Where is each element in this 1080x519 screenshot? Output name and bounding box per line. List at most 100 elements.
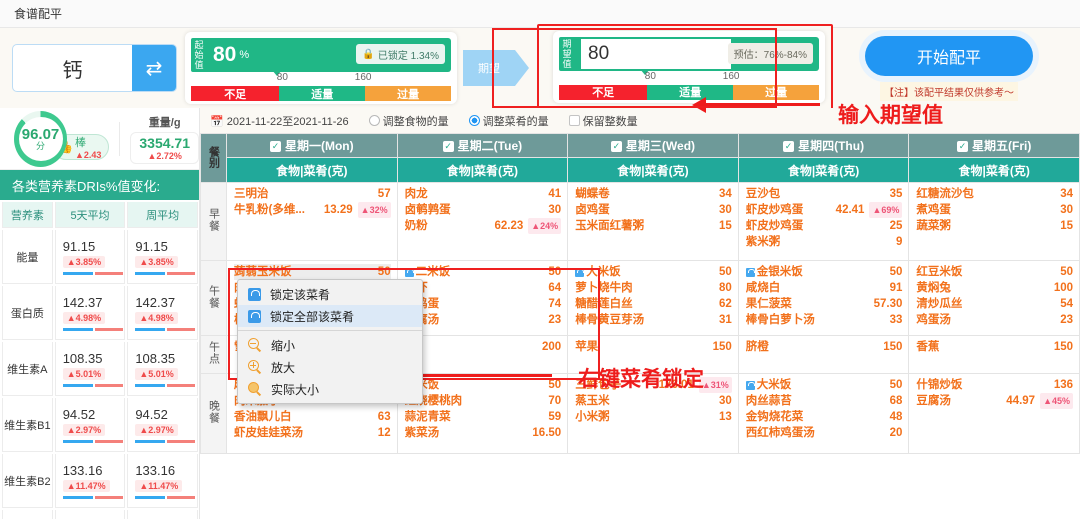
dish-row[interactable]: 卤鹌鹑蛋 30 — [405, 202, 562, 218]
meal-day-cell[interactable]: 大米饭 50 肉丝蒜苔 68 金钩烧花菜 48 西红柿鸡蛋汤 20 — [737, 373, 910, 454]
swap-icon[interactable]: ⇄ — [132, 45, 176, 91]
context-menu-item-actual-size[interactable]: 实际大小 — [238, 378, 422, 400]
dish-row[interactable]: 虾皮炒鸡蛋 25 — [746, 218, 903, 234]
dish-row[interactable]: 苹果 150 — [575, 339, 732, 355]
day-checkbox[interactable]: ✓ — [957, 141, 969, 153]
meal-day-cell[interactable]: 蝴蝶卷 34 卤鸡蛋 30 玉米面红薯粥 15 — [567, 182, 739, 261]
dish-row[interactable]: 脐橙 150 — [746, 339, 903, 355]
dish-row[interactable]: 大米饭 50 — [745, 377, 902, 393]
dish-row[interactable]: 紫菜汤 16.50 — [405, 425, 562, 441]
day-checkbox[interactable]: ✓ — [442, 141, 454, 153]
dish-context-menu[interactable]: 锁定该菜肴 锁定全部该菜肴 缩小 放大 实际大小 — [237, 279, 423, 404]
dish-row[interactable]: 西红柿鸡蛋汤 20 — [746, 425, 903, 441]
day-header-2[interactable]: ✓ 星期三(Wed) — [567, 133, 739, 158]
dish-row[interactable]: 咸烧白 91 — [746, 280, 903, 296]
dish-row[interactable]: 鸡蛋汤 23 — [916, 312, 1073, 328]
dish-row[interactable]: 肉龙 41 — [405, 186, 562, 202]
dish-row[interactable]: 奶粉 62.23 ▲24% — [405, 218, 562, 234]
meal-day-cell[interactable]: 三明治 57 牛乳粉(多维... 13.29 ▲32% — [226, 182, 398, 261]
meal-day-cell[interactable]: 什锦炒饭 136 豆腐汤 44.97 ▲45% — [908, 373, 1080, 454]
dish-row[interactable]: 蝴蝶卷 34 — [575, 186, 732, 202]
meal-day-cell[interactable]: 大米饭 50 萝卜烧牛肉 80 糖醋莲白丝 62 棒骨黄豆芽汤 31 — [567, 260, 739, 336]
dri-value-cell: 94.52 ▲2.97% — [127, 398, 198, 452]
start-balance-button[interactable]: 开始配平 — [865, 35, 1033, 76]
dish-row[interactable]: 糖醋莲白丝 62 — [575, 296, 732, 312]
day-checkbox[interactable]: ✓ — [783, 141, 795, 153]
dish-row[interactable]: 红豆米饭 50 — [916, 264, 1073, 280]
dish-row[interactable]: 牛乳粉(多维... 13.29 ▲32% — [234, 202, 391, 218]
dish-quantity: 23 — [1060, 314, 1073, 326]
meal-day-cell[interactable]: 脐橙 150 — [737, 335, 910, 374]
day-checkbox[interactable]: ✓ — [269, 141, 281, 153]
dish-row[interactable]: 炒鸡蛋 74 — [405, 296, 562, 312]
dish-row[interactable]: 卤鸡蛋 30 — [575, 202, 732, 218]
dish-quantity: 54 — [1060, 298, 1073, 310]
dri-value-cell: 133.16 ▲11.47% — [127, 454, 198, 508]
start-scale-tick-2: 160 — [354, 72, 372, 83]
dish-row[interactable]: 蒟蒻玉米饭 50 — [234, 264, 391, 280]
dish-row[interactable]: 豆腐汤 23 — [405, 312, 562, 328]
dish-row[interactable]: 三明治 57 — [234, 186, 391, 202]
context-menu-item-zoom-in[interactable]: 放大 — [238, 356, 422, 378]
dish-row[interactable]: 清炒瓜丝 54 — [916, 296, 1073, 312]
dish-row[interactable]: 紫米粥 9 — [746, 234, 903, 250]
dish-name: 香蕉 — [916, 341, 940, 353]
meal-day-cell[interactable]: 肉龙 41 卤鹌鹑蛋 30 奶粉 62.23 ▲24% — [396, 182, 569, 261]
dish-row[interactable]: 棒骨黄豆芽汤 31 — [575, 312, 732, 328]
day-header-4[interactable]: ✓ 星期五(Fri) — [908, 133, 1080, 158]
dish-row[interactable]: 萝卜烧牛肉 80 — [575, 280, 732, 296]
dish-row[interactable]: 蔬菜粥 15 — [916, 218, 1073, 234]
dish-row[interactable]: 果仁菠菜 57.30 — [746, 296, 903, 312]
dish-row[interactable]: 200 — [405, 339, 561, 355]
context-menu-item-lock-dish[interactable]: 锁定该菜肴 — [238, 283, 422, 305]
expected-value-input[interactable] — [581, 38, 731, 69]
checkbox-keep-integer[interactable]: 保留整数量 — [568, 113, 638, 129]
dish-row[interactable]: 煮鸡蛋 30 — [916, 202, 1073, 218]
annotation-input-expected-value: 输入期望值 — [838, 104, 943, 127]
dri-col-nutrient: 营养素 — [2, 202, 53, 228]
dish-row[interactable]: 大米饭 50 — [575, 264, 732, 280]
dish-row[interactable]: 红糖流沙包 34 — [916, 186, 1073, 202]
dish-row[interactable]: 蒸玉米 30 — [575, 393, 732, 409]
dish-row[interactable]: 虾皮娃娃菜汤 12 — [234, 425, 391, 441]
radio-adjust-food[interactable]: 调整食物的量 — [368, 113, 449, 129]
dish-row[interactable]: 金银米饭 50 — [745, 264, 902, 280]
dish-row[interactable]: 虾皮炒鸡蛋 42.41 ▲69% — [746, 202, 903, 218]
dish-row[interactable]: 什锦炒饭 136 — [916, 377, 1073, 393]
nutrient-selector[interactable]: 钙 ⇄ — [12, 44, 177, 92]
dri-row: 能量 91.15 ▲3.85% 91.15 ▲3.85% — [2, 230, 198, 284]
day-header-1[interactable]: ✓ 星期二(Tue) — [396, 133, 569, 158]
dish-row[interactable]: 肉丝蒜苔 68 — [746, 393, 903, 409]
meal-day-cell[interactable]: 香蕉 150 — [908, 335, 1080, 374]
dish-name: 什锦炒饭 — [916, 379, 963, 391]
day-header-3[interactable]: ✓ 星期四(Thu) — [737, 133, 910, 158]
dish-row[interactable]: 棒骨白萝卜汤 33 — [746, 312, 903, 328]
dish-name: 紫米饭 — [405, 377, 543, 393]
meal-day-cell[interactable]: 红豆米饭 50 黄焖兔 100 清炒瓜丝 54 鸡蛋汤 23 — [908, 260, 1080, 336]
context-menu-item-lock-all[interactable]: 锁定全部该菜肴 — [238, 305, 422, 327]
dish-row[interactable]: 豆腐汤 44.97 ▲45% — [916, 393, 1073, 409]
dish-row[interactable]: 香油飘儿白 63 — [234, 409, 391, 425]
dish-name: 豆腐汤 — [405, 312, 543, 328]
day-header-0[interactable]: ✓ 星期一(Mon) — [226, 133, 398, 158]
day-checkbox[interactable]: ✓ — [610, 141, 622, 153]
dish-row[interactable]: 红烧樱桃肉 70 — [405, 393, 562, 409]
lock-icon — [248, 287, 261, 301]
context-menu-item-zoom-out[interactable]: 缩小 — [238, 334, 422, 356]
dish-row[interactable]: 黄焖兔 100 — [916, 280, 1073, 296]
dish-row[interactable]: 金钩烧花菜 48 — [746, 409, 903, 425]
estimate-badge: 预估：76%-84% — [727, 42, 813, 64]
meal-day-cell[interactable]: 红糖流沙包 34 煮鸡蛋 30 蔬菜粥 15 — [908, 182, 1080, 261]
dish-row[interactable]: 豆沙包 35 — [746, 186, 903, 202]
meal-day-cell[interactable]: 豆沙包 35 虾皮炒鸡蛋 42.41 ▲69% 虾皮炒鸡蛋 25 紫米粥 9 — [737, 182, 910, 261]
dish-row[interactable]: 大虾 64 — [405, 280, 562, 296]
dish-row[interactable]: 紫米饭 50 — [405, 377, 562, 393]
dish-row[interactable]: 小米粥 13 — [575, 409, 732, 425]
radio-adjust-dish[interactable]: 调整菜肴的量 — [468, 113, 549, 129]
meal-day-cell[interactable]: 金银米饭 50 咸烧白 91 果仁菠菜 57.30 棒骨白萝卜汤 33 — [737, 260, 910, 336]
dish-row[interactable]: 二米饭 50 — [404, 264, 561, 280]
dish-row[interactable]: 玉米面红薯粥 15 — [575, 218, 732, 234]
dish-row[interactable]: 香蕉 150 — [916, 339, 1073, 355]
dri-row: 维生素A 108.35 ▲5.01% 108.35 ▲5.01% — [2, 342, 198, 396]
dish-row[interactable]: 蒜泥青菜 59 — [405, 409, 562, 425]
